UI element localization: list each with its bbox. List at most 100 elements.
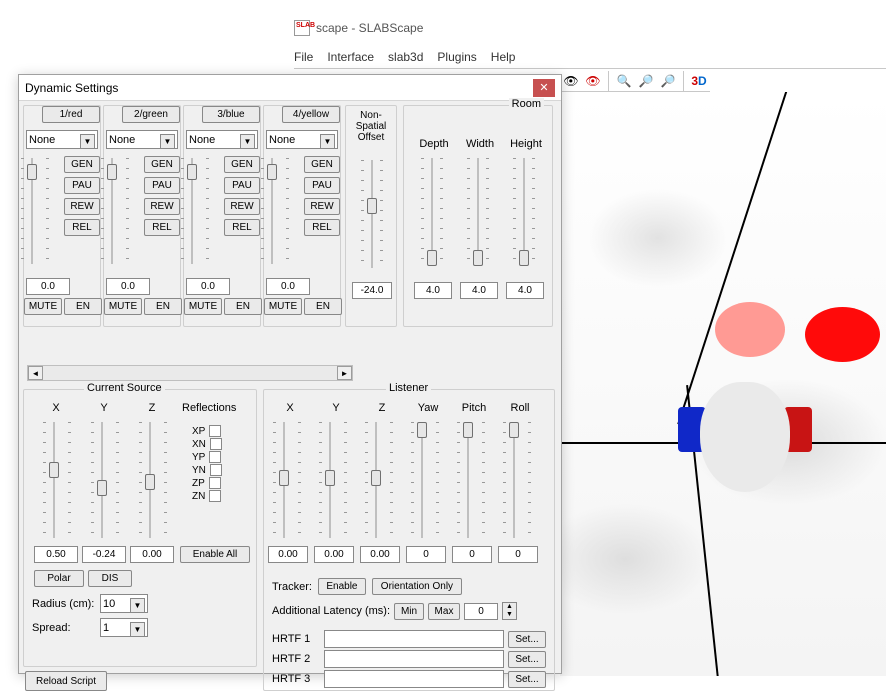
source-mode-combo[interactable]: None bbox=[266, 130, 338, 149]
source-mode-combo[interactable]: None bbox=[186, 130, 258, 149]
listener-yaw-slider[interactable] bbox=[416, 420, 434, 540]
eye-toggle-icon[interactable]: 👁 bbox=[560, 71, 582, 91]
source-gen-button[interactable]: GEN bbox=[144, 156, 180, 173]
source-level-slider[interactable] bbox=[186, 156, 204, 266]
cs-x-slider[interactable] bbox=[48, 420, 66, 540]
hrtf-1-field[interactable] bbox=[324, 630, 504, 648]
source-en-button[interactable]: EN bbox=[304, 298, 342, 315]
hrtf-3-field[interactable] bbox=[324, 670, 504, 688]
listener-pitch-label: Pitch bbox=[456, 402, 492, 414]
source-gen-button[interactable]: GEN bbox=[224, 156, 260, 173]
source-rel-button[interactable]: REL bbox=[64, 219, 100, 236]
menu-help[interactable]: Help bbox=[491, 50, 516, 64]
listener-group: Listener XYZYawPitchRoll 0.000.000.00000… bbox=[263, 389, 555, 691]
listener-pitch-slider[interactable] bbox=[462, 420, 480, 540]
room-height-slider[interactable] bbox=[518, 156, 530, 268]
reflection-xn-checkbox[interactable] bbox=[210, 438, 222, 450]
source-gen-button[interactable]: GEN bbox=[304, 156, 340, 173]
source-rew-button[interactable]: REW bbox=[304, 198, 340, 215]
source-name-button[interactable]: 1/red bbox=[42, 106, 100, 123]
listener-yaw-value: 0 bbox=[406, 546, 446, 563]
latency-min-button[interactable]: Min bbox=[394, 603, 424, 620]
hrtf-3-set-button[interactable]: Set... bbox=[508, 671, 546, 688]
menu-plugins[interactable]: Plugins bbox=[437, 50, 476, 64]
latency-value[interactable]: 0 bbox=[464, 603, 498, 620]
non-spatial-slider[interactable] bbox=[366, 158, 378, 270]
source-name-button[interactable]: 4/yellow bbox=[282, 106, 340, 123]
source-rew-button[interactable]: REW bbox=[64, 198, 100, 215]
room-height-label: Height bbox=[506, 138, 546, 150]
sources-scrollbar[interactable]: ◄ ► bbox=[27, 365, 353, 381]
source-pau-button[interactable]: PAU bbox=[144, 177, 180, 194]
latency-max-button[interactable]: Max bbox=[428, 603, 460, 620]
listener-y-slider[interactable] bbox=[324, 420, 342, 540]
room-width-label: Width bbox=[460, 138, 500, 150]
source-mute-button[interactable]: MUTE bbox=[24, 298, 62, 315]
listener-z-slider[interactable] bbox=[370, 420, 388, 540]
source-mute-button[interactable]: MUTE bbox=[184, 298, 222, 315]
polar-button[interactable]: Polar bbox=[34, 570, 84, 587]
orientation-only-button[interactable]: Orientation Only bbox=[372, 578, 462, 595]
source-level-slider[interactable] bbox=[106, 156, 124, 266]
spread-combo[interactable]: 1 bbox=[100, 618, 148, 637]
tracker-enable-button[interactable]: Enable bbox=[318, 578, 366, 595]
source-gen-button[interactable]: GEN bbox=[64, 156, 100, 173]
source-mode-combo[interactable]: None bbox=[26, 130, 98, 149]
source-mute-button[interactable]: MUTE bbox=[104, 298, 142, 315]
listener-roll-slider[interactable] bbox=[508, 420, 526, 540]
cs-z-value: 0.00 bbox=[130, 546, 174, 563]
reflection-zp-checkbox[interactable] bbox=[209, 477, 221, 489]
cs-y-slider[interactable] bbox=[96, 420, 114, 540]
close-icon[interactable]: ✕ bbox=[533, 79, 555, 97]
cs-z-slider[interactable] bbox=[144, 420, 162, 540]
room-depth-slider[interactable] bbox=[426, 156, 438, 268]
reflection-yn-checkbox[interactable] bbox=[210, 464, 222, 476]
room-width-slider[interactable] bbox=[472, 156, 484, 268]
source-en-button[interactable]: EN bbox=[64, 298, 102, 315]
source-en-button[interactable]: EN bbox=[224, 298, 262, 315]
listener-head bbox=[700, 382, 790, 492]
source-level-slider[interactable] bbox=[26, 156, 44, 266]
reflection-yp-checkbox[interactable] bbox=[209, 451, 221, 463]
hrtf-1-set-button[interactable]: Set... bbox=[508, 631, 546, 648]
radius-label: Radius (cm): bbox=[32, 598, 94, 610]
source-name-button[interactable]: 2/green bbox=[122, 106, 180, 123]
source-pau-button[interactable]: PAU bbox=[64, 177, 100, 194]
menu-interface[interactable]: Interface bbox=[327, 50, 374, 64]
reflection-xp-checkbox[interactable] bbox=[209, 425, 221, 437]
source-pau-button[interactable]: PAU bbox=[224, 177, 260, 194]
hrtf-2-field[interactable] bbox=[324, 650, 504, 668]
source-rew-button[interactable]: REW bbox=[144, 198, 180, 215]
hrtf-2-set-button[interactable]: Set... bbox=[508, 651, 546, 668]
eye-pair-icon[interactable]: 👁 bbox=[582, 71, 604, 91]
3d-viewport[interactable] bbox=[560, 92, 886, 676]
enable-all-button[interactable]: Enable All bbox=[180, 546, 250, 563]
source-rel-button[interactable]: REL bbox=[304, 219, 340, 236]
menu-file[interactable]: File bbox=[294, 50, 313, 64]
source-rew-button[interactable]: REW bbox=[224, 198, 260, 215]
listener-x-slider[interactable] bbox=[278, 420, 296, 540]
latency-stepper[interactable]: ▲▼ bbox=[502, 602, 517, 620]
radius-combo[interactable]: 10 bbox=[100, 594, 148, 613]
dis-button[interactable]: DIS bbox=[88, 570, 132, 587]
source-pau-button[interactable]: PAU bbox=[304, 177, 340, 194]
zoom-out-icon[interactable]: 🔎 bbox=[657, 71, 679, 91]
source-name-button[interactable]: 3/blue bbox=[202, 106, 260, 123]
source-mute-button[interactable]: MUTE bbox=[264, 298, 302, 315]
scroll-left-icon[interactable]: ◄ bbox=[28, 366, 43, 380]
source-en-button[interactable]: EN bbox=[144, 298, 182, 315]
menu-slab3d[interactable]: slab3d bbox=[388, 50, 423, 64]
zoom-in-icon[interactable]: 🔎 bbox=[635, 71, 657, 91]
source-rel-button[interactable]: REL bbox=[144, 219, 180, 236]
scroll-right-icon[interactable]: ► bbox=[337, 366, 352, 380]
tracker-label: Tracker: bbox=[272, 581, 312, 593]
view-3d-icon[interactable]: 3D bbox=[688, 71, 710, 91]
reflection-zn-checkbox[interactable] bbox=[209, 490, 221, 502]
source-column-2: 2/greenNoneGENPAUREWREL0.0MUTEEN bbox=[103, 105, 181, 327]
source-rel-button[interactable]: REL bbox=[224, 219, 260, 236]
search-icon[interactable]: 🔍 bbox=[613, 71, 635, 91]
listener-y-label: Y bbox=[318, 402, 354, 414]
reload-script-button[interactable]: Reload Script bbox=[25, 671, 107, 691]
source-mode-combo[interactable]: None bbox=[106, 130, 178, 149]
source-level-slider[interactable] bbox=[266, 156, 284, 266]
